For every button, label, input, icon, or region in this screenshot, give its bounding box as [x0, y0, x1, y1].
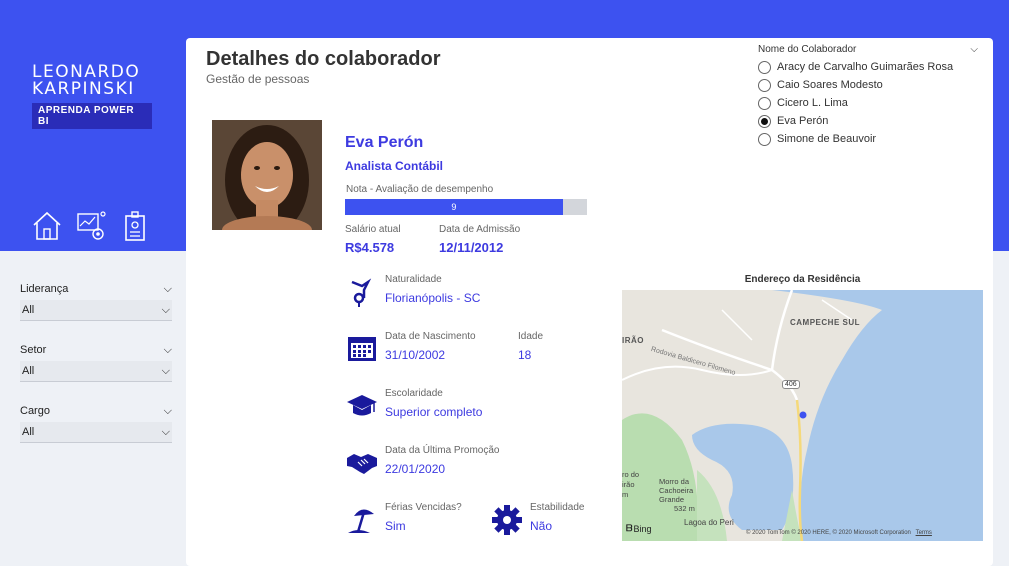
filter-label: Cargo — [20, 405, 50, 417]
chevron-down-icon[interactable]: ⌵ — [970, 44, 978, 58]
nav-bar — [32, 210, 150, 242]
rating-bar-fill: 9 — [345, 199, 563, 215]
analytics-icon[interactable] — [76, 210, 106, 242]
salary-value: R$4.578 — [345, 240, 395, 255]
slicer-options: Aracy de Carvalho Guimarães Rosa Caio Soa… — [758, 58, 978, 148]
map-label-side3: m — [622, 490, 629, 499]
radio-button[interactable] — [758, 60, 771, 74]
vacation-label: Férias Vencidas? — [385, 502, 462, 513]
stork-icon — [351, 278, 372, 307]
age-value: 18 — [518, 348, 532, 362]
filter-dropdown[interactable]: All ⌵ — [20, 422, 172, 443]
map-label-area2: IRÃO — [622, 336, 644, 345]
filter-value: All — [22, 365, 35, 377]
chevron-down-icon: ⌵ — [161, 364, 170, 377]
birth-label: Data de Nascimento — [385, 331, 476, 342]
filter-value: All — [22, 426, 35, 438]
chevron-down-icon[interactable]: ⌵ — [164, 283, 172, 296]
slicer-option-label: Cicero L. Lima — [777, 97, 848, 109]
page-title: Detalhes do colaborador — [206, 48, 441, 70]
map-title: Endereço da Residência — [744, 274, 861, 285]
gear-icon — [492, 505, 522, 535]
map-attribution-text: © 2020 TomTom © 2020 HERE, © 2020 Micros… — [746, 530, 911, 536]
filter-dropdown[interactable]: All ⌵ — [20, 300, 172, 321]
slicer-option[interactable]: Eva Perón — [758, 112, 978, 130]
admission-value: 12/11/2012 — [439, 240, 504, 255]
filter-panel: Liderança ⌵ All ⌵ Setor ⌵ All ⌵ Cargo ⌵ All ⌵ — [20, 280, 172, 463]
slicer-option[interactable]: Caio Soares Modesto — [758, 76, 978, 94]
badge-icon[interactable] — [120, 210, 150, 242]
promotion-value: 22/01/2020 — [385, 462, 446, 476]
map-label-side1: ro do — [622, 470, 640, 479]
promotion-label: Data da Última Promoção — [385, 445, 500, 456]
birthplace-value: Florianópolis - SC — [385, 291, 481, 305]
handshake-icon — [347, 454, 377, 474]
beach-umbrella-icon — [348, 509, 374, 533]
brand-line2: KARPINSKI — [32, 79, 135, 99]
map-terms-link[interactable]: Terms — [916, 530, 932, 536]
map-label-hill-alt: 532 m — [674, 504, 695, 513]
bing-logo: ᗷ Bing — [626, 523, 652, 534]
birthplace-label: Naturalidade — [385, 274, 442, 285]
filter-cargo: Cargo ⌵ All ⌵ — [20, 402, 172, 443]
map-label-area1: CAMPECHE SUL — [790, 318, 861, 327]
filter-label: Liderança — [20, 283, 69, 295]
radio-button[interactable] — [758, 78, 771, 92]
chevron-down-icon[interactable]: ⌵ — [164, 405, 172, 418]
rating-bar: 9 — [345, 199, 587, 215]
map-label-lake: Lagoa do Peri — [684, 518, 734, 527]
employee-photo — [212, 120, 322, 230]
filter-label: Setor — [20, 344, 47, 356]
stability-label: Estabilidade — [530, 502, 585, 513]
employee-card: Detalhes do colaborador Gestão de pessoa… — [186, 38, 993, 566]
slicer-option-label: Aracy de Carvalho Guimarães Rosa — [777, 61, 954, 73]
birth-value: 31/10/2002 — [385, 348, 446, 362]
employee-role: Analista Contábil — [345, 159, 444, 173]
brand-tagline: APRENDA POWER BI — [32, 103, 152, 129]
slicer-title: Nome do Colaborador — [758, 44, 857, 55]
slicer-option-label: Eva Perón — [777, 115, 829, 127]
map-attribution: © 2020 TomTom © 2020 HERE, © 2020 Micros… — [746, 530, 932, 536]
bing-icon: ᗷ — [626, 523, 633, 533]
filter-lideranca: Liderança ⌵ All ⌵ — [20, 280, 172, 321]
chevron-down-icon: ⌵ — [161, 425, 170, 438]
rating-label: Nota - Avaliação de desempenho — [346, 184, 494, 195]
slicer-option-label: Caio Soares Modesto — [777, 79, 883, 91]
slicer-option[interactable]: Cicero L. Lima — [758, 94, 978, 112]
education-label: Escolaridade — [385, 388, 443, 399]
residence-map[interactable]: CAMPECHE SUL IRÃO Rodovia Baldicero Filo… — [622, 290, 983, 541]
chevron-down-icon[interactable]: ⌵ — [164, 344, 172, 357]
radio-button[interactable] — [758, 114, 771, 128]
age-label: Idade — [518, 331, 544, 342]
calendar-icon — [348, 337, 376, 361]
page-subtitle: Gestão de pessoas — [206, 72, 310, 86]
employee-name: Eva Perón — [345, 134, 424, 151]
filter-dropdown[interactable]: All ⌵ — [20, 361, 172, 382]
salary-label: Salário atual — [345, 224, 401, 235]
home-icon[interactable] — [32, 210, 62, 242]
filter-setor: Setor ⌵ All ⌵ — [20, 341, 172, 382]
employee-slicer: Nome do Colaborador ⌵ Aracy de Carvalho G… — [758, 44, 978, 148]
education-value: Superior completo — [385, 405, 483, 419]
admission-label: Data de Admissão — [439, 224, 521, 235]
graduation-cap-icon — [347, 395, 377, 416]
slicer-option[interactable]: Simone de Beauvoir — [758, 130, 978, 148]
map-label-highway: 406 — [782, 380, 800, 389]
brand-logo: LEONARDO KARPINSKI APRENDA POWER BI — [32, 64, 152, 129]
map-label-hill: Morro da Cachoeira Grande — [659, 477, 694, 504]
slicer-option-label: Simone de Beauvoir — [777, 133, 877, 145]
radio-button[interactable] — [758, 96, 771, 110]
filter-value: All — [22, 304, 35, 316]
map-provider: Bing — [633, 523, 652, 534]
chevron-down-icon: ⌵ — [161, 303, 170, 316]
stability-value: Não — [530, 519, 553, 533]
vacation-value: Sim — [385, 519, 406, 533]
slicer-option[interactable]: Aracy de Carvalho Guimarães Rosa — [758, 58, 978, 76]
map-label-side2: irão — [622, 480, 635, 489]
radio-button[interactable] — [758, 132, 771, 146]
